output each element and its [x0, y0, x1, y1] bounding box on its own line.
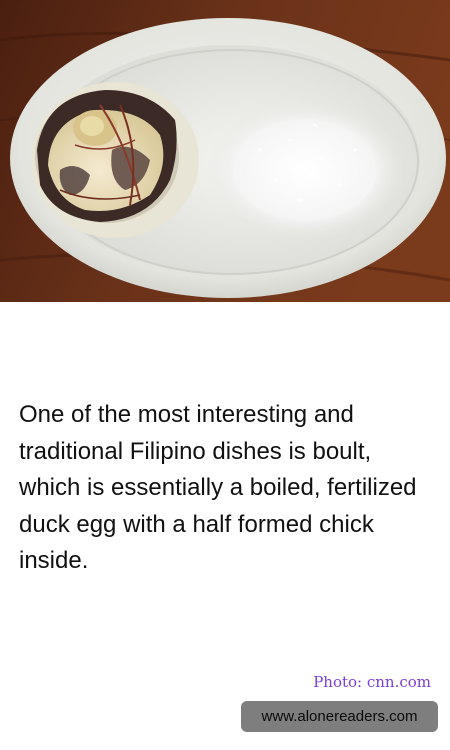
photo-credit: Photo: cnn.com: [313, 673, 431, 691]
site-watermark: www.alonereaders.com: [241, 701, 438, 732]
caption-text: One of the most interesting and traditio…: [19, 401, 417, 574]
salt-pile: [205, 100, 405, 240]
balut-photo: [0, 0, 450, 302]
